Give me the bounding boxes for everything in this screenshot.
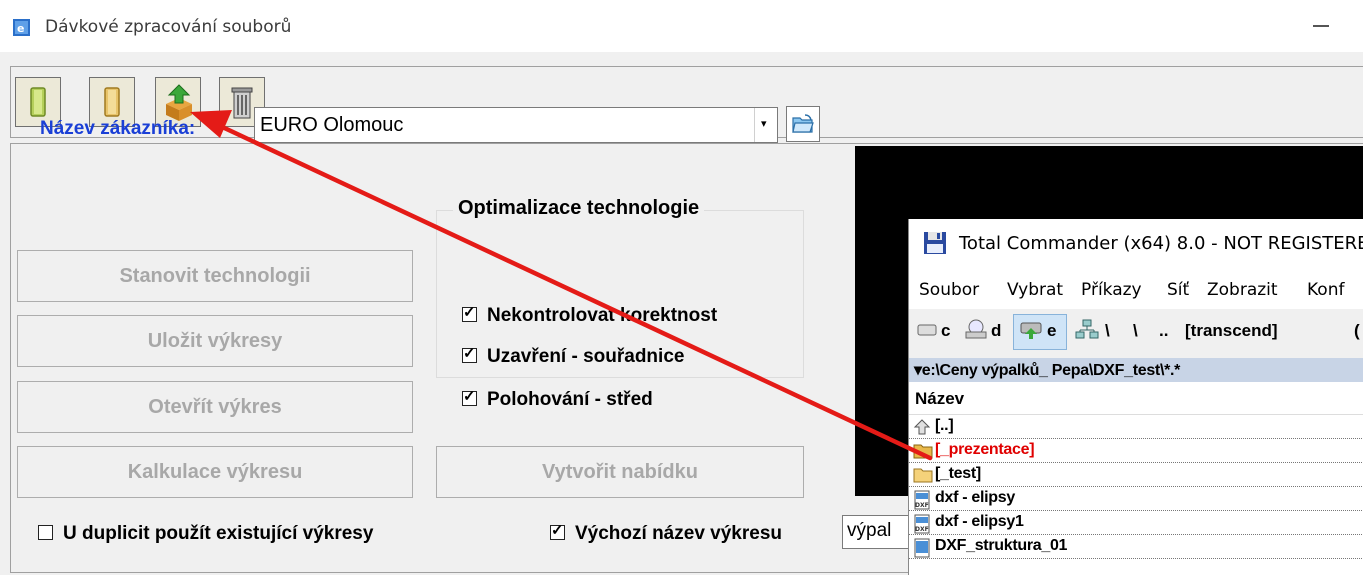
stanovit-technologii-button[interactable]: Stanovit technologii <box>17 250 413 302</box>
tc-title-bar: Total Commander (x64) 8.0 - NOT REGISTER… <box>909 219 1363 271</box>
dxf-file-icon: DXF <box>914 490 930 510</box>
use-existing-duplicates-option[interactable]: U duplicit použít existující výkresy <box>38 523 373 545</box>
customer-label: Název zákazníka: <box>40 118 196 139</box>
file-name: dxf - elipsy <box>935 489 1015 506</box>
hard-drive-icon <box>917 324 937 336</box>
folder-open-icon <box>792 114 814 133</box>
list-item[interactable]: DXF_struktura_01 <box>909 535 1363 559</box>
customer-combobox[interactable]: EURO Olomouc ▾ <box>254 107 778 143</box>
customer-value: EURO Olomouc <box>260 114 404 136</box>
file-name: [_prezentace] <box>935 441 1035 458</box>
drive-transcend[interactable]: [transcend] <box>1185 321 1278 341</box>
option-label: Polohování - střed <box>487 389 653 410</box>
cd-drive-icon <box>965 319 987 339</box>
menu-vybrat[interactable]: Vybrat <box>1007 280 1063 300</box>
drive-parent[interactable]: .. <box>1159 321 1168 341</box>
checkbox[interactable] <box>550 521 565 540</box>
option-label: Výchozí název výkresu <box>575 523 782 544</box>
drive-root[interactable]: \ <box>1133 321 1138 341</box>
network-drive-icon <box>1020 322 1042 339</box>
vytvorit-nabidku-button[interactable]: Vytvořit nabídku <box>436 446 804 498</box>
option-label: Nekontrolovat korektnost <box>487 305 718 326</box>
import-box-icon <box>166 84 192 121</box>
svg-text:DXF: DXF <box>915 526 929 533</box>
dxf-file-icon: DXF <box>914 514 930 534</box>
tc-menu-bar: Soubor Vybrat Příkazy Síť Zobrazit Konf <box>909 271 1363 309</box>
tc-column-header[interactable]: Název <box>909 382 1363 415</box>
checkbox[interactable] <box>462 387 477 406</box>
option-label: Uzavření - souřadnice <box>487 346 685 367</box>
tc-drive-bar: c d e \ \ .. [transcend] ( <box>909 309 1363 353</box>
checkbox[interactable] <box>38 525 53 540</box>
chevron-down-icon: ▾ <box>761 118 767 130</box>
dxf-file-icon <box>914 538 930 558</box>
kalkulace-vykresu-button[interactable]: Kalkulace výkresu <box>17 446 413 498</box>
drive-network-root[interactable]: \ <box>1105 321 1110 341</box>
list-item[interactable]: DXF dxf - elipsy1 <box>909 511 1363 535</box>
menu-konfigurace[interactable]: Konf <box>1307 280 1344 300</box>
list-item[interactable]: [_test] <box>909 463 1363 487</box>
menu-prikazy[interactable]: Příkazy <box>1081 280 1142 300</box>
list-item[interactable]: DXF dxf - elipsy <box>909 487 1363 511</box>
option-polohovani-stred[interactable]: Polohování - střed <box>462 387 653 411</box>
option-label: U duplicit použít existující výkresy <box>63 523 374 544</box>
minimize-button[interactable] <box>1313 25 1329 27</box>
otevrit-vykres-button[interactable]: Otevřít výkres <box>17 381 413 433</box>
green-folder-icon <box>30 87 46 117</box>
option-uzavreni-souradnice[interactable]: Uzavření - souřadnice <box>462 344 685 368</box>
svg-text:e: e <box>17 22 24 35</box>
customer-dropdown-button[interactable]: ▾ <box>754 108 777 142</box>
list-item[interactable]: [_prezentace] <box>909 439 1363 463</box>
menu-soubor[interactable]: Soubor <box>919 280 979 300</box>
default-name-option[interactable]: Výchozí název výkresu <box>550 521 782 545</box>
svg-text:DXF: DXF <box>915 502 929 509</box>
column-name: Název <box>915 389 965 408</box>
file-name: [..] <box>935 417 954 434</box>
tc-file-list: [..] [_prezentace] [_test] DXF dxf - eli… <box>909 415 1363 575</box>
checkbox[interactable] <box>462 344 477 363</box>
menu-sit[interactable]: Síť <box>1167 280 1189 300</box>
current-path: ▾e:\Ceny výpalků_ Pepa\DXF_test\*.* <box>914 362 1181 379</box>
optimization-title: Optimalizace technologie <box>453 197 705 220</box>
list-item[interactable]: [..] <box>909 415 1363 439</box>
tc-title: Total Commander (x64) 8.0 - NOT REGISTER… <box>959 233 1363 254</box>
ulozit-vykresy-button[interactable]: Uložit výkresy <box>17 315 413 367</box>
yellow-folder-icon <box>104 87 120 117</box>
file-name: [_test] <box>935 465 981 482</box>
folder-icon <box>913 444 933 459</box>
drive-e[interactable]: e <box>1047 321 1056 341</box>
file-name: DXF_struktura_01 <box>935 537 1068 554</box>
checkbox[interactable] <box>462 303 477 322</box>
file-name: dxf - elipsy1 <box>935 513 1024 530</box>
open-customer-button[interactable] <box>786 106 820 142</box>
option-nekontrolovat-korektnost[interactable]: Nekontrolovat korektnost <box>462 303 718 327</box>
total-commander-window: Total Commander (x64) 8.0 - NOT REGISTER… <box>908 219 1363 575</box>
folder-icon <box>913 468 933 483</box>
floppy-disk-icon <box>924 232 946 254</box>
window-title: Dávkové zpracování souborů <box>45 17 292 37</box>
drive-d[interactable]: d <box>991 321 1001 341</box>
up-arrow-icon <box>913 419 931 435</box>
drive-more[interactable]: ( <box>1354 321 1360 341</box>
drive-c[interactable]: c <box>941 321 950 341</box>
app-icon: e <box>13 19 30 36</box>
tc-path-bar[interactable]: ▾e:\Ceny výpalků_ Pepa\DXF_test\*.* <box>909 358 1363 382</box>
network-icon <box>1075 319 1099 339</box>
menu-zobrazit[interactable]: Zobrazit <box>1207 280 1278 300</box>
title-bar: e Dávkové zpracování souborů <box>0 0 1363 52</box>
